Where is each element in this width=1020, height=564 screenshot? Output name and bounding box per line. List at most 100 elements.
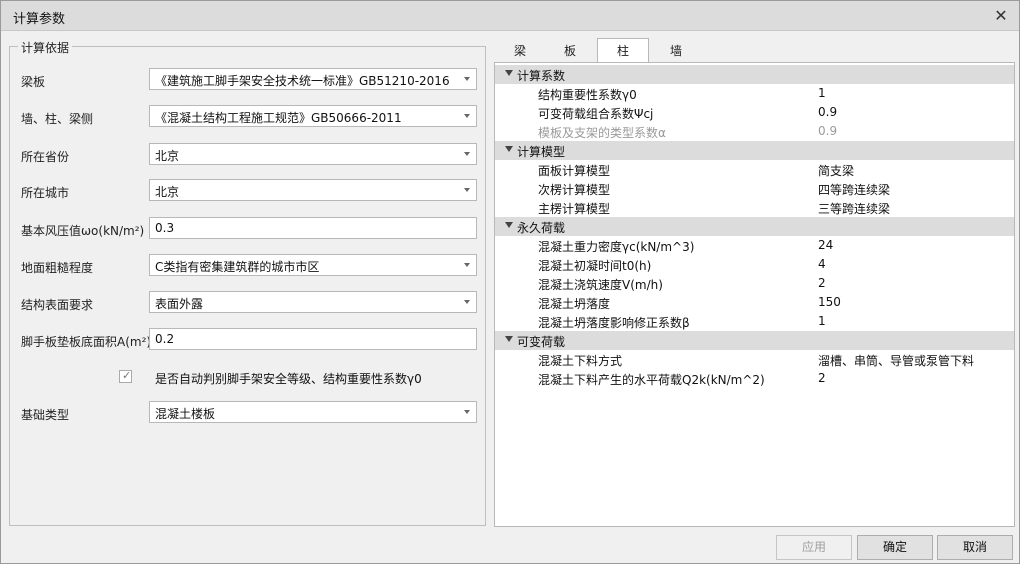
- property-grid: 计算系数 结构重要性系数γ0 1 可变荷载组合系数Ψcj 0.9 模板及支架的类…: [494, 62, 1015, 527]
- prop-value[interactable]: 三等跨连续梁: [818, 200, 890, 217]
- prop-name: 混凝土初凝时间t0(h): [538, 259, 652, 273]
- roughness-value: C类指有密集建筑群的城市市区: [155, 260, 320, 274]
- city-value: 北京: [155, 185, 180, 199]
- prop-value[interactable]: 2: [818, 371, 826, 385]
- section-title: 计算系数: [517, 69, 566, 83]
- foundation-select[interactable]: 混凝土楼板: [149, 401, 477, 423]
- beam-slab-value: 《建筑施工脚手架安全技术统一标准》GB51210-2016: [155, 74, 450, 88]
- city-select[interactable]: 北京: [149, 179, 477, 201]
- prop-value[interactable]: 4: [818, 257, 826, 271]
- chevron-down-icon: [464, 263, 470, 267]
- province-label: 所在省份: [21, 150, 70, 164]
- tab-column[interactable]: 柱: [597, 38, 649, 64]
- prop-row[interactable]: 结构重要性系数γ0 1: [495, 84, 1014, 103]
- prop-row[interactable]: 混凝土坍落度 150: [495, 293, 1014, 312]
- prop-value[interactable]: 2: [818, 276, 826, 290]
- prop-name: 模板及支架的类型系数α: [538, 126, 666, 140]
- prop-row[interactable]: 可变荷载组合系数Ψcj 0.9: [495, 103, 1014, 122]
- wind-pressure-field[interactable]: [149, 217, 477, 239]
- chevron-down-icon: [464, 410, 470, 414]
- prop-value: 0.9: [818, 124, 838, 138]
- cancel-button[interactable]: 取消: [937, 535, 1013, 560]
- section-coefficients[interactable]: 计算系数: [495, 65, 1014, 84]
- prop-name: 混凝土坍落度影响修正系数β: [538, 316, 690, 330]
- tab-slab[interactable]: 板: [553, 39, 587, 63]
- chevron-down-icon: [464, 152, 470, 156]
- prop-value[interactable]: 1: [818, 86, 826, 100]
- collapse-triangle-icon[interactable]: [505, 146, 513, 152]
- prop-row[interactable]: 主楞计算模型 三等跨连续梁: [495, 198, 1014, 217]
- pad-area-field[interactable]: [149, 328, 477, 350]
- surface-label: 结构表面要求: [21, 298, 94, 312]
- section-variable-load[interactable]: 可变荷载: [495, 331, 1014, 350]
- prop-name: 混凝土坍落度: [538, 297, 611, 311]
- province-select[interactable]: 北京: [149, 143, 477, 165]
- prop-value[interactable]: 简支梁: [818, 162, 854, 179]
- foundation-label: 基础类型: [21, 408, 70, 422]
- chevron-down-icon: [464, 114, 470, 118]
- wall-column-select[interactable]: 《混凝土结构工程施工规范》GB50666-2011: [149, 105, 477, 127]
- surface-select[interactable]: 表面外露: [149, 291, 477, 313]
- section-title: 计算模型: [517, 145, 566, 159]
- chevron-down-icon: [464, 77, 470, 81]
- pad-area-label: 脚手板垫板底面积A(m²): [21, 335, 152, 349]
- prop-row-disabled: 模板及支架的类型系数α 0.9: [495, 122, 1014, 141]
- prop-row[interactable]: 混凝土坍落度影响修正系数β 1: [495, 312, 1014, 331]
- apply-button[interactable]: 应用: [776, 535, 852, 560]
- tab-beam[interactable]: 梁: [505, 39, 535, 63]
- section-title: 永久荷载: [517, 221, 566, 235]
- prop-name: 混凝土下料产生的水平荷载Q2k(kN/m^2): [538, 373, 765, 387]
- foundation-value: 混凝土楼板: [155, 407, 216, 421]
- check-icon: ✓: [122, 369, 132, 382]
- prop-value[interactable]: 四等跨连续梁: [818, 181, 890, 198]
- collapse-triangle-icon[interactable]: [505, 70, 513, 76]
- pad-area-input[interactable]: [150, 329, 476, 349]
- prop-name: 结构重要性系数γ0: [538, 88, 637, 102]
- tab-wall[interactable]: 墙: [661, 39, 691, 63]
- prop-value[interactable]: 0.9: [818, 105, 837, 119]
- dialog-title: 计算参数: [13, 12, 66, 27]
- roughness-select[interactable]: C类指有密集建筑群的城市市区: [149, 254, 477, 276]
- prop-row[interactable]: 混凝土下料方式 溜槽、串筒、导管或泵管下料: [495, 350, 1014, 369]
- wall-column-value: 《混凝土结构工程施工规范》GB50666-2011: [155, 111, 402, 125]
- prop-row[interactable]: 混凝土下料产生的水平荷载Q2k(kN/m^2) 2: [495, 369, 1014, 388]
- wind-pressure-label: 基本风压值ωo(kN/m²): [21, 224, 145, 238]
- prop-value[interactable]: 24: [818, 238, 833, 252]
- roughness-label: 地面粗糙程度: [21, 261, 94, 275]
- prop-row[interactable]: 混凝土重力密度γc(kN/m^3) 24: [495, 236, 1014, 255]
- auto-judge-label: 是否自动判别脚手架安全等级、结构重要性系数γ0: [155, 372, 422, 386]
- prop-name: 次楞计算模型: [538, 183, 611, 197]
- collapse-triangle-icon[interactable]: [505, 336, 513, 342]
- ok-button[interactable]: 确定: [857, 535, 933, 560]
- wall-column-label: 墙、柱、梁侧: [21, 112, 94, 126]
- surface-value: 表面外露: [155, 297, 204, 311]
- section-title: 可变荷载: [517, 335, 566, 349]
- beam-slab-select[interactable]: 《建筑施工脚手架安全技术统一标准》GB51210-2016: [149, 68, 477, 90]
- chevron-down-icon: [464, 300, 470, 304]
- section-permanent-load[interactable]: 永久荷载: [495, 217, 1014, 236]
- prop-name: 混凝土浇筑速度V(m/h): [538, 278, 663, 292]
- prop-name: 面板计算模型: [538, 164, 611, 178]
- close-icon[interactable]: ✕: [991, 6, 1011, 26]
- prop-value[interactable]: 150: [818, 295, 841, 309]
- prop-name: 可变荷载组合系数Ψcj: [538, 107, 654, 121]
- tab-bar: 梁 板 柱 墙: [501, 38, 1015, 64]
- prop-value[interactable]: 1: [818, 314, 826, 328]
- section-models[interactable]: 计算模型: [495, 141, 1014, 160]
- wind-pressure-input[interactable]: [150, 218, 476, 238]
- prop-row[interactable]: 面板计算模型 简支梁: [495, 160, 1014, 179]
- beam-slab-label: 梁板: [21, 75, 46, 89]
- prop-row[interactable]: 次楞计算模型 四等跨连续梁: [495, 179, 1014, 198]
- prop-name: 主楞计算模型: [538, 202, 611, 216]
- province-value: 北京: [155, 149, 180, 163]
- prop-value[interactable]: 溜槽、串筒、导管或泵管下料: [818, 352, 974, 369]
- prop-name: 混凝土重力密度γc(kN/m^3): [538, 240, 695, 254]
- auto-judge-checkbox[interactable]: ✓: [119, 369, 132, 383]
- city-label: 所在城市: [21, 186, 70, 200]
- prop-row[interactable]: 混凝土浇筑速度V(m/h) 2: [495, 274, 1014, 293]
- title-bar: 计算参数 ✕: [1, 1, 1019, 31]
- basis-legend: 计算依据: [18, 39, 73, 56]
- prop-name: 混凝土下料方式: [538, 354, 623, 368]
- collapse-triangle-icon[interactable]: [505, 222, 513, 228]
- prop-row[interactable]: 混凝土初凝时间t0(h) 4: [495, 255, 1014, 274]
